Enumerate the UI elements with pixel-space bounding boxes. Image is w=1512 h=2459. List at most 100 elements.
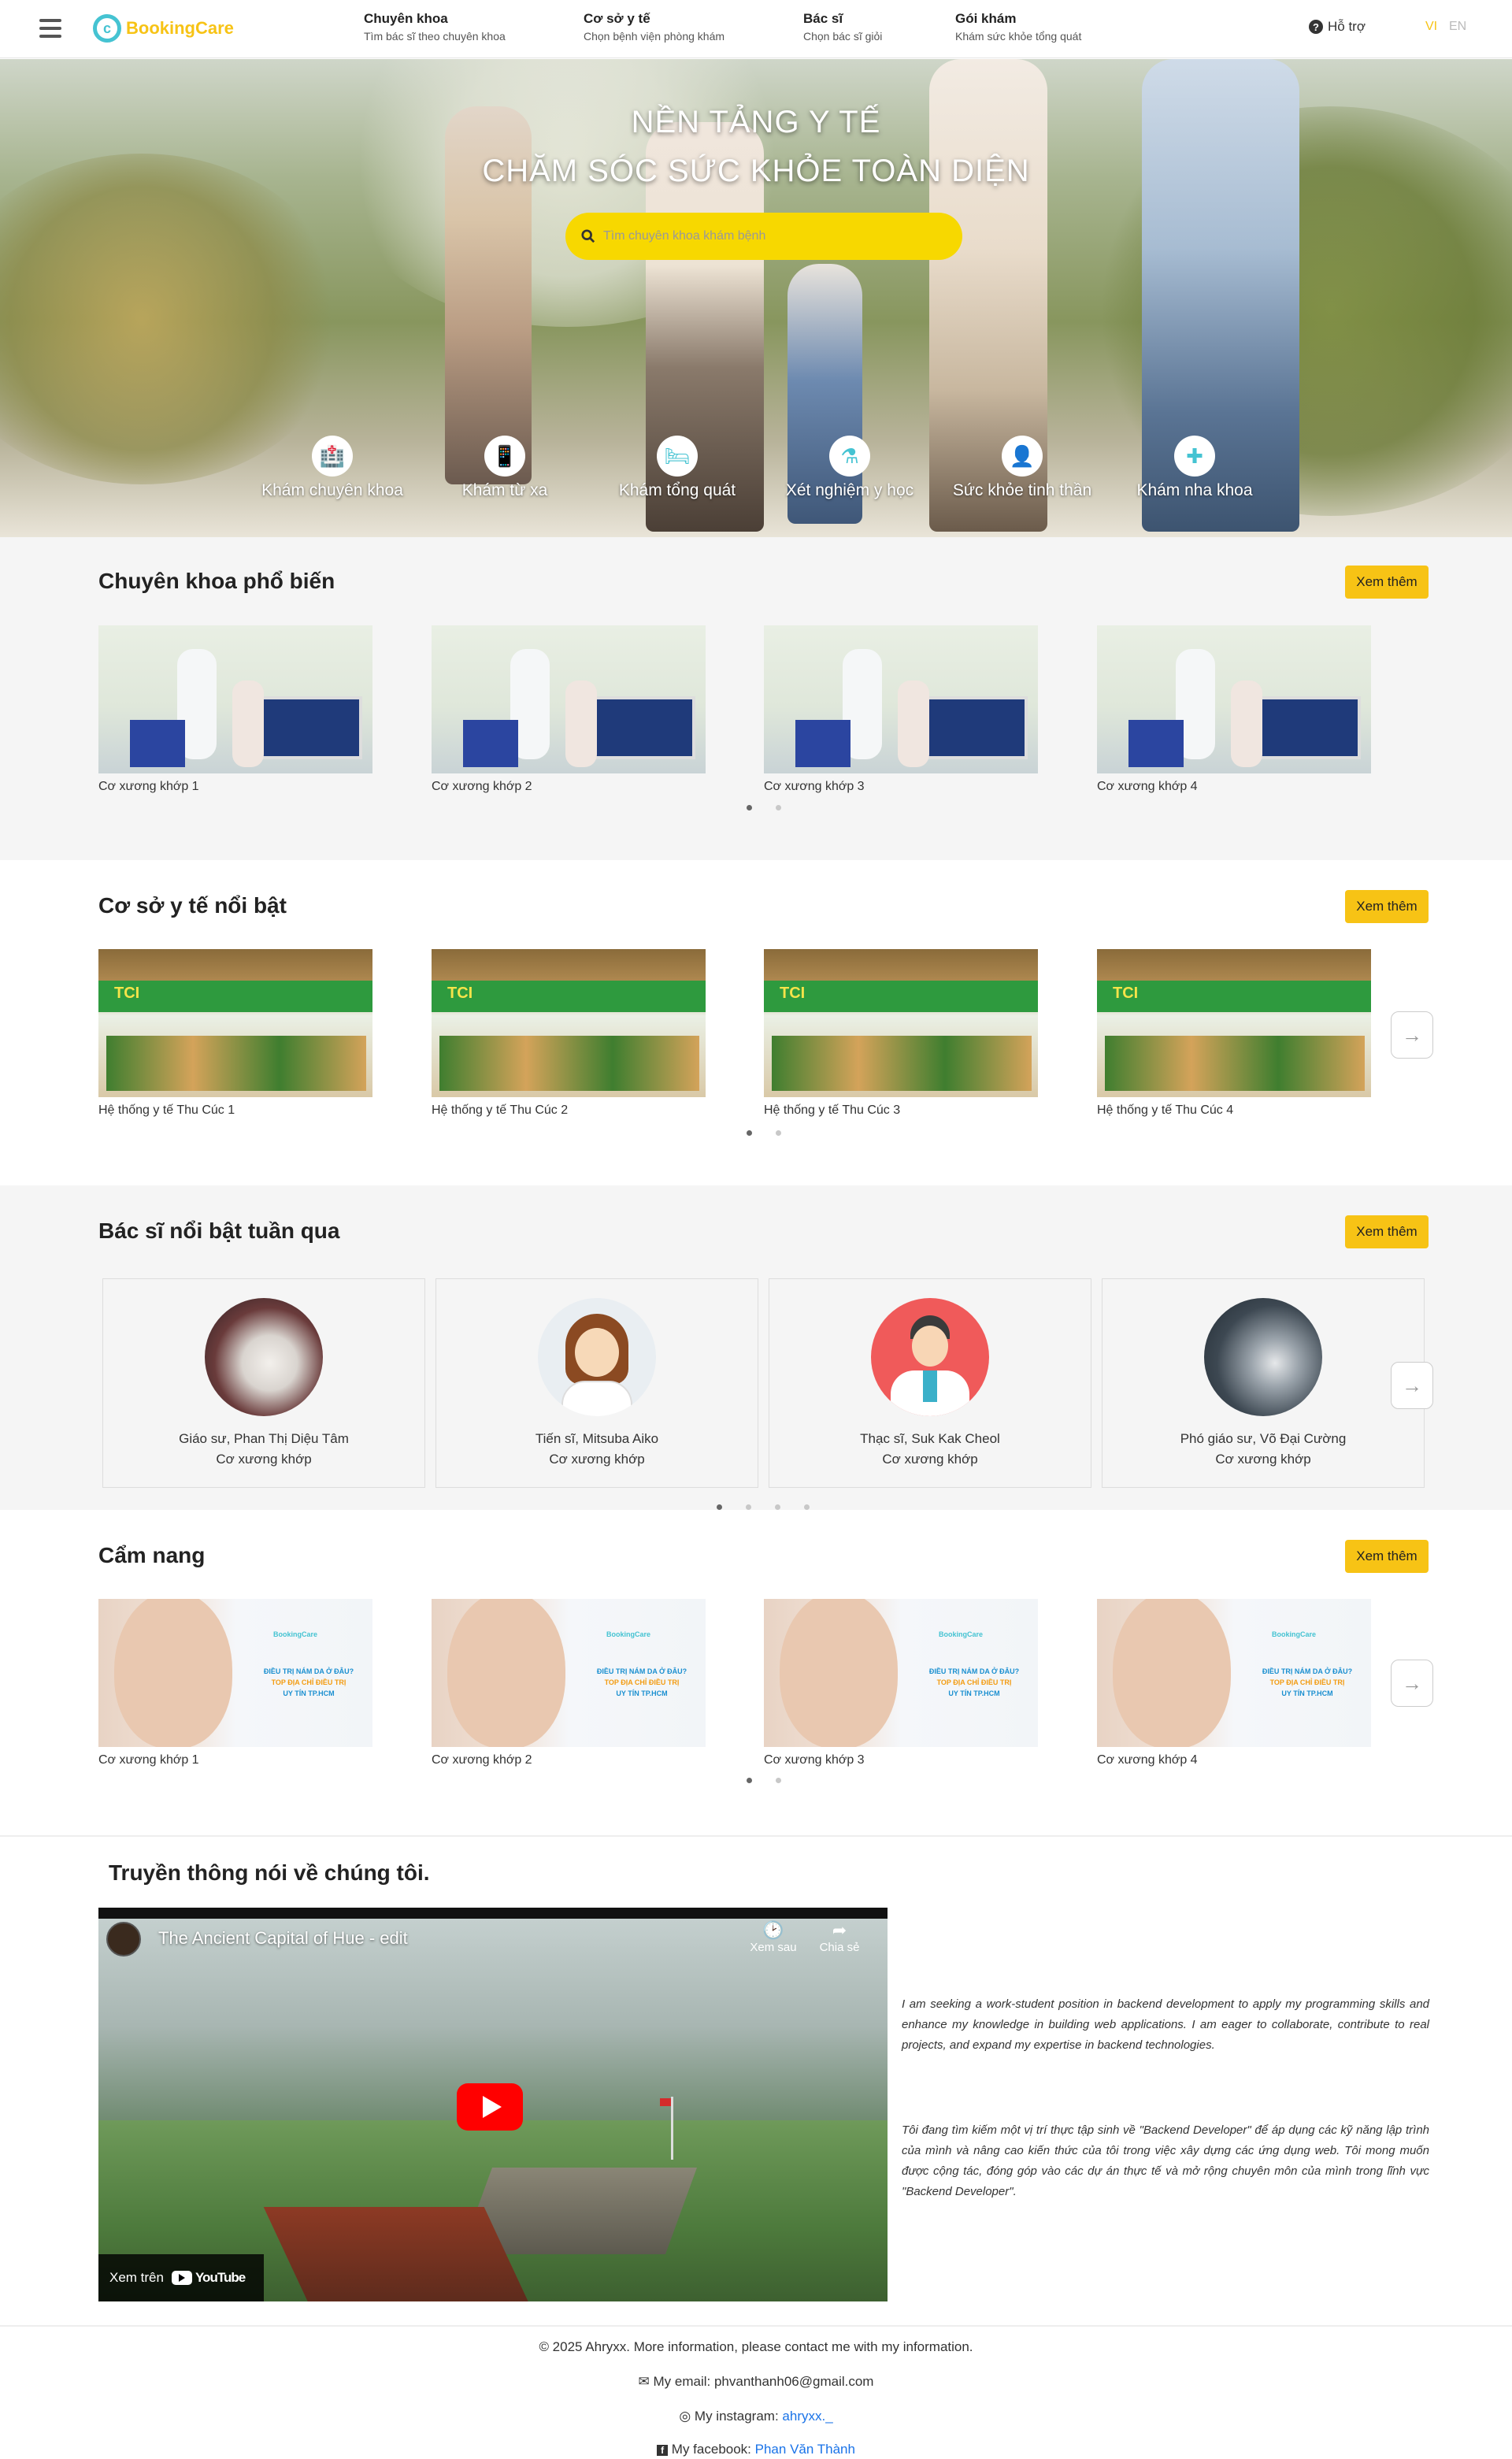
specialty-image [98, 625, 372, 773]
thumb-line: TOP ĐỊA CHỈ ĐIỀU TRỊ [936, 1678, 1012, 1686]
facility-card[interactable]: TCI Hệ thống y tế Thu Cúc 4 [1097, 949, 1371, 1118]
hero-title-line2: CHĂM SÓC SỨC KHỎE TOÀN DIỆN [482, 154, 1030, 188]
chair-shape [463, 720, 518, 767]
facility-card[interactable]: TCI Hệ thống y tế Thu Cúc 3 [764, 949, 1038, 1118]
monitor-shape [260, 696, 362, 759]
menu-icon[interactable] [39, 19, 61, 38]
carousel-dot[interactable] [717, 1504, 722, 1510]
nav-facility[interactable]: Cơ sở y tế Chọn bệnh viện phòng khám [584, 11, 724, 43]
option-lab[interactable]: ⚗ Xét nghiệm y học [779, 436, 921, 503]
doctor-specialty: Cơ xương khớp [882, 1452, 978, 1467]
carousel-dot[interactable] [776, 805, 781, 810]
channel-avatar[interactable] [106, 1922, 141, 1956]
chair-shape [130, 720, 185, 767]
option-specialty[interactable]: 🏥 Khám chuyên khoa [261, 436, 403, 503]
see-more-button[interactable]: Xem thêm [1345, 566, 1429, 599]
specialty-card[interactable]: Cơ xương khớp 3 [764, 625, 1038, 794]
card-caption: Cơ xương khớp 1 [98, 1753, 199, 1767]
facebook-link[interactable]: Phan Văn Thành [755, 2442, 855, 2457]
option-mental[interactable]: 👤 Sức khỏe tinh thần [951, 436, 1093, 503]
thumb-line: TOP ĐỊA CHỈ ĐIỀU TRỊ [604, 1678, 680, 1686]
chair-shape [795, 720, 850, 767]
nav-subtitle: Chọn bệnh viện phòng khám [584, 30, 725, 43]
doctor-specialty: Cơ xương khớp [216, 1452, 312, 1467]
lang-en[interactable]: EN [1449, 20, 1466, 34]
thumb-line: UY TÍN TP.HCM [283, 1689, 335, 1697]
nav-doctor[interactable]: Bác sĩ Chọn bác sĩ giỏi [803, 11, 882, 43]
instagram-link[interactable]: ahryxx._ [782, 2409, 832, 2424]
carousel-dot[interactable] [747, 1778, 752, 1783]
plants-chairs [1105, 1036, 1365, 1091]
card-caption: Hệ thống y tế Thu Cúc 1 [98, 1103, 235, 1117]
specialty-card[interactable]: Cơ xương khớp 2 [432, 625, 706, 794]
option-dental[interactable]: ✚ Khám nha khoa [1124, 436, 1266, 503]
hero-title-line1: NỀN TẢNG Y TẾ [631, 105, 881, 139]
carousel-dot[interactable] [747, 1130, 752, 1136]
carousel-dot[interactable] [776, 1130, 781, 1136]
see-more-button[interactable]: Xem thêm [1345, 1215, 1429, 1248]
nav-specialty[interactable]: Chuyên khoa Tìm bác sĩ theo chuyên khoa [364, 11, 506, 43]
thumb-text: ĐIỀU TRỊ NÁM DA Ở ĐÂU? TOP ĐỊA CHỈ ĐIỀU … [250, 1666, 368, 1699]
copyright-text: © 2025 Ahryxx. More information, please … [539, 2339, 973, 2354]
search-icon [581, 229, 595, 243]
video-title[interactable]: The Ancient Capital of Hue - edit [158, 1928, 408, 1949]
clock-icon: 🕑 [762, 1920, 784, 1940]
card-caption: Hệ thống y tế Thu Cúc 4 [1097, 1103, 1234, 1117]
doctor-card[interactable]: Giáo sư, Phan Thị Diệu Tâm Cơ xương khớp [102, 1278, 425, 1488]
nav-package[interactable]: Gói khám Khám sức khỏe tổng quát [955, 11, 1081, 43]
handbook-card[interactable]: BookingCare ĐIỀU TRỊ NÁM DA Ở ĐÂU? TOP Đ… [98, 1599, 372, 1767]
nav-subtitle: Chọn bác sĩ giỏi [803, 30, 883, 43]
doctor-card[interactable]: Phó giáo sư, Võ Đại Cường Cơ xương khớp [1102, 1278, 1425, 1488]
option-general[interactable]: 🛏 Khám tổng quát [606, 436, 748, 503]
email-value: phvanthanh06@gmail.com [713, 2374, 874, 2389]
coat-shape [561, 1381, 632, 1416]
option-label: Khám chuyên khoa [261, 481, 403, 499]
section-title: Bác sĩ nổi bật tuần qua [98, 1218, 340, 1243]
next-arrow-icon[interactable]: → [1391, 1011, 1433, 1059]
doctor-card[interactable]: Tiến sĩ, Mitsuba Aiko Cơ xương khớp [435, 1278, 758, 1488]
watch-later-button[interactable]: 🕑 Xem sau [746, 1920, 801, 1954]
thumb-line: ĐIỀU TRỊ NÁM DA Ở ĐÂU? [928, 1667, 1020, 1675]
option-remote[interactable]: 📱 Khám từ xa [434, 436, 576, 503]
face-shape [575, 1328, 619, 1377]
carousel-dot[interactable] [746, 1504, 751, 1510]
handbook-card[interactable]: BookingCare ĐIỀU TRỊ NÁM DA Ở ĐÂU? TOP Đ… [764, 1599, 1038, 1767]
facility-card[interactable]: TCI Hệ thống y tế Thu Cúc 2 [432, 949, 706, 1118]
share-button[interactable]: ➦ Chia sẻ [812, 1920, 867, 1954]
specialty-card[interactable]: Cơ xương khớp 1 [98, 625, 372, 794]
play-button[interactable] [457, 2083, 523, 2131]
carousel-dots [747, 1130, 781, 1136]
specialty-card[interactable]: Cơ xương khớp 4 [1097, 625, 1371, 794]
logo[interactable]: c BookingCare [93, 13, 234, 44]
thumb-line: ĐIỀU TRỊ NÁM DA Ở ĐÂU? [1262, 1667, 1353, 1675]
doctor-name: Phó giáo sư, Võ Đại Cường [1180, 1431, 1347, 1446]
carousel-dot[interactable] [775, 1504, 780, 1510]
flask-icon: ⚗ [829, 436, 870, 477]
patient-shape [898, 681, 929, 767]
next-arrow-icon[interactable]: → [1391, 1660, 1433, 1707]
plants-chairs [439, 1036, 699, 1091]
section-title: Cẩm nang [98, 1543, 206, 1567]
carousel-dot[interactable] [776, 1778, 781, 1783]
footer-instagram: ◎ My instagram: ahryxx._ [0, 2409, 1512, 2424]
see-more-button[interactable]: Xem thêm [1345, 1540, 1429, 1573]
help-link[interactable]: ? Hỗ trợ [1309, 19, 1366, 35]
specialty-image [432, 625, 706, 773]
hero-search-box[interactable] [565, 213, 962, 260]
video-embed[interactable]: The Ancient Capital of Hue - edit 🕑 Xem … [98, 1908, 888, 2301]
option-label: Khám nha khoa [1136, 481, 1253, 499]
carousel-dot[interactable] [804, 1504, 810, 1510]
chair-shape [1128, 720, 1184, 767]
next-arrow-icon[interactable]: → [1391, 1362, 1433, 1409]
lang-vi[interactable]: VI [1425, 20, 1437, 34]
share-icon: ➦ [832, 1920, 847, 1940]
doctor-card[interactable]: Thạc sĩ, Suk Kak Cheol Cơ xương khớp [769, 1278, 1091, 1488]
option-label: Khám tổng quát [618, 481, 736, 499]
see-more-button[interactable]: Xem thêm [1345, 890, 1429, 923]
carousel-dot[interactable] [747, 805, 752, 810]
handbook-card[interactable]: BookingCare ĐIỀU TRỊ NÁM DA Ở ĐÂU? TOP Đ… [432, 1599, 706, 1767]
search-input[interactable] [603, 229, 934, 243]
handbook-card[interactable]: BookingCare ĐIỀU TRỊ NÁM DA Ở ĐÂU? TOP Đ… [1097, 1599, 1371, 1767]
watch-on-youtube-button[interactable]: Xem trên YouTube [98, 2254, 264, 2301]
facility-card[interactable]: TCI Hệ thống y tế Thu Cúc 1 [98, 949, 372, 1118]
